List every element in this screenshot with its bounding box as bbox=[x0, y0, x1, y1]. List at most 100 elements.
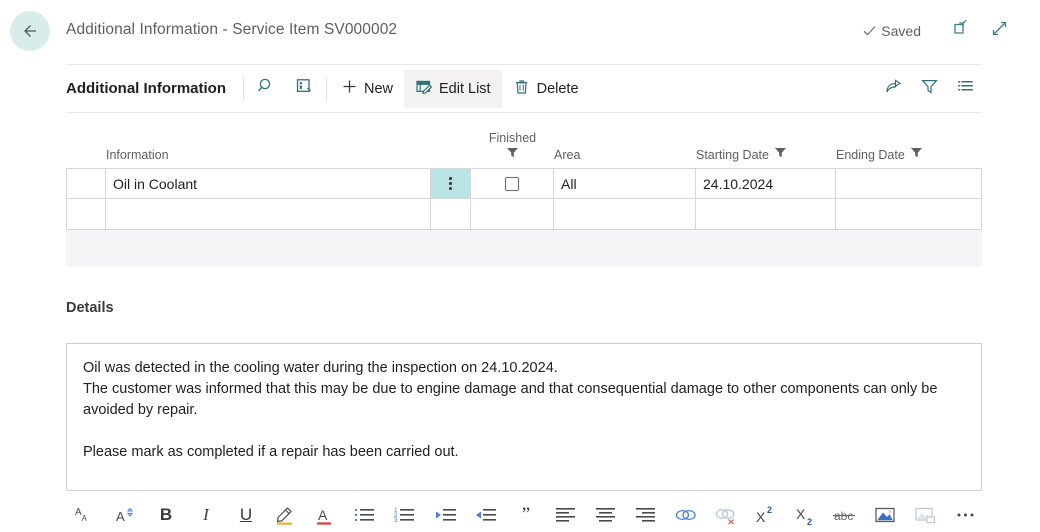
align-center-button[interactable] bbox=[586, 499, 626, 531]
column-label: Ending Date bbox=[836, 148, 905, 162]
subscript-button[interactable]: X 2 bbox=[786, 499, 826, 531]
bulleted-list-button[interactable] bbox=[346, 499, 386, 531]
blockquote-icon: ” bbox=[522, 505, 530, 524]
strikethrough-icon: abc bbox=[832, 505, 860, 525]
insert-link-icon bbox=[674, 505, 698, 525]
filter-icon[interactable] bbox=[506, 146, 519, 162]
column-label: Area bbox=[554, 148, 580, 162]
align-center-icon bbox=[594, 505, 618, 525]
grid-header-row: Information Finished Area Starting Date … bbox=[66, 124, 982, 168]
bulleted-list-icon bbox=[354, 505, 378, 525]
expand-diagonal-icon bbox=[990, 19, 1009, 43]
grid-header-area[interactable]: Area bbox=[554, 148, 696, 168]
new-button-label: New bbox=[364, 81, 393, 97]
grid-header-ending-date[interactable]: Ending Date bbox=[836, 146, 982, 168]
insert-image-button[interactable] bbox=[866, 499, 906, 531]
filter-button[interactable] bbox=[918, 74, 940, 104]
column-label: Information bbox=[106, 148, 169, 162]
delete-button[interactable]: Delete bbox=[502, 70, 590, 108]
align-left-icon bbox=[554, 505, 578, 525]
row-picker-cell[interactable] bbox=[66, 199, 106, 230]
row-context-menu-button[interactable] bbox=[431, 199, 471, 230]
cell-starting-date[interactable]: 24.10.2024 bbox=[696, 168, 836, 199]
filter-icon[interactable] bbox=[774, 146, 787, 162]
action-bar-right-tools bbox=[882, 74, 982, 104]
grid-header-starting-date[interactable]: Starting Date bbox=[696, 146, 836, 168]
highlight-color-button[interactable] bbox=[266, 499, 306, 531]
underline-button[interactable]: U bbox=[226, 499, 266, 531]
cell-information[interactable]: Oil in Coolant bbox=[106, 168, 431, 199]
delete-button-label: Delete bbox=[537, 81, 579, 97]
subscript-icon: X 2 bbox=[794, 504, 818, 526]
font-color-button[interactable]: A bbox=[306, 499, 346, 531]
separator bbox=[326, 77, 327, 101]
svg-text:A: A bbox=[116, 509, 125, 524]
search-button[interactable] bbox=[247, 70, 285, 108]
search-icon bbox=[256, 76, 276, 101]
superscript-button[interactable]: X 2 bbox=[746, 499, 786, 531]
more-options-icon bbox=[954, 505, 978, 525]
italic-button[interactable]: I bbox=[186, 499, 226, 531]
separator bbox=[243, 77, 244, 101]
increase-indent-button[interactable] bbox=[466, 499, 506, 531]
action-bar: Additional Information New bbox=[66, 64, 982, 113]
cell-ending-date[interactable] bbox=[836, 168, 982, 199]
checkmark-icon bbox=[861, 22, 878, 39]
remove-link-button[interactable] bbox=[706, 499, 746, 531]
window-header: Additional Information - Service Item SV… bbox=[0, 0, 1040, 64]
font-name-icon: A A bbox=[74, 504, 98, 526]
decrease-indent-button[interactable] bbox=[426, 499, 466, 531]
list-options-icon bbox=[956, 77, 975, 101]
row-picker-cell[interactable] bbox=[66, 168, 106, 199]
column-label: Starting Date bbox=[696, 148, 769, 162]
cell-finished[interactable] bbox=[471, 199, 554, 230]
decrease-indent-icon bbox=[434, 505, 458, 525]
insert-link-button[interactable] bbox=[666, 499, 706, 531]
edit-list-button-label: Edit List bbox=[439, 81, 491, 97]
bold-icon: B bbox=[160, 506, 172, 523]
cell-ending-date[interactable] bbox=[836, 199, 982, 230]
open-card-button[interactable] bbox=[285, 70, 323, 108]
strikethrough-button[interactable]: abc bbox=[826, 499, 866, 531]
font-name-button[interactable]: A A bbox=[66, 499, 106, 531]
row-context-menu-button[interactable] bbox=[431, 168, 471, 199]
cell-area[interactable] bbox=[554, 199, 696, 230]
filter-icon[interactable] bbox=[910, 146, 923, 162]
grid-footer bbox=[66, 230, 982, 266]
open-in-new-window-button[interactable] bbox=[950, 20, 972, 42]
svg-text:3: 3 bbox=[394, 517, 398, 524]
more-options-button[interactable] bbox=[946, 499, 986, 531]
highlight-color-icon bbox=[274, 504, 298, 526]
save-status: Saved bbox=[861, 22, 921, 39]
details-line: Oil was detected in the cooling water du… bbox=[83, 358, 965, 379]
grid-header-finished[interactable]: Finished bbox=[471, 131, 554, 168]
numbered-list-button[interactable]: 1 2 3 bbox=[386, 499, 426, 531]
remove-link-icon bbox=[714, 505, 738, 525]
blockquote-button[interactable]: ” bbox=[506, 499, 546, 531]
list-options-button[interactable] bbox=[954, 74, 976, 104]
font-size-button[interactable]: A bbox=[106, 499, 146, 531]
finished-checkbox[interactable] bbox=[505, 177, 519, 191]
numbered-list-icon: 1 2 3 bbox=[394, 505, 418, 525]
align-left-button[interactable] bbox=[546, 499, 586, 531]
cell-information[interactable] bbox=[106, 199, 431, 230]
table-row[interactable]: Oil in Coolant All 24.10.2024 bbox=[66, 168, 982, 199]
bold-button[interactable]: B bbox=[146, 499, 186, 531]
table-row[interactable] bbox=[66, 199, 982, 230]
cell-finished[interactable] bbox=[471, 168, 554, 199]
details-line: Please mark as completed if a repair has… bbox=[83, 442, 965, 463]
edit-list-button[interactable]: Edit List bbox=[404, 70, 502, 108]
open-card-icon bbox=[294, 76, 314, 101]
expand-button[interactable] bbox=[988, 20, 1010, 42]
details-rich-text-editor[interactable]: Oil was detected in the cooling water du… bbox=[66, 343, 982, 491]
grid-header-information[interactable]: Information bbox=[106, 148, 431, 168]
image-options-button[interactable] bbox=[906, 499, 946, 531]
back-button[interactable] bbox=[10, 11, 50, 51]
share-button[interactable] bbox=[882, 74, 904, 104]
cell-starting-date[interactable] bbox=[696, 199, 836, 230]
cell-area[interactable]: All bbox=[554, 168, 696, 199]
new-button[interactable]: New bbox=[330, 70, 404, 108]
svg-text:2: 2 bbox=[807, 517, 812, 526]
open-in-new-window-icon bbox=[952, 19, 971, 43]
align-right-button[interactable] bbox=[626, 499, 666, 531]
